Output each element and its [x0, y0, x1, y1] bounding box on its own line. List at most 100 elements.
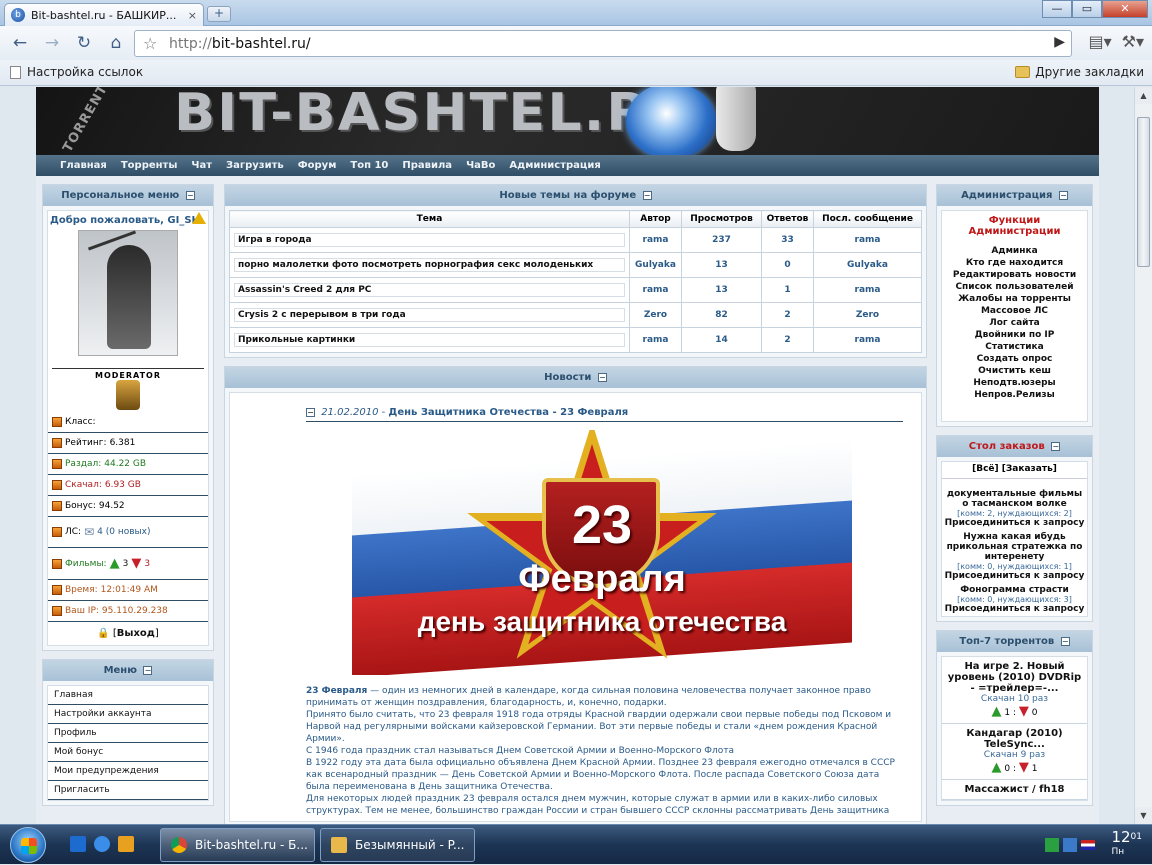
menu-item[interactable]: Настройки аккаунта	[48, 705, 208, 724]
collapse-icon[interactable]: −	[1060, 636, 1070, 646]
order-join-link[interactable]: Присоединиться к запросу	[944, 518, 1085, 528]
nav-rules[interactable]: Правила	[402, 160, 452, 171]
taskbar-task-chrome[interactable]: Bit-bashtel.ru - Б...	[160, 828, 315, 862]
nav-forum[interactable]: Форум	[298, 160, 337, 171]
admin-link[interactable]: Непров.Релизы	[942, 389, 1087, 401]
orders-all-link[interactable]: [Всё]	[972, 464, 999, 474]
topic-link[interactable]: Assassin's Creed 2 для PC	[234, 283, 625, 297]
explorer-quicklaunch-icon[interactable]	[94, 836, 110, 852]
start-button[interactable]	[10, 827, 46, 863]
torrent-name[interactable]: Кандагар (2010) TeleSync...	[944, 728, 1085, 750]
admin-link[interactable]: Кто где находится	[942, 257, 1087, 269]
author-link[interactable]: Gulyaka	[629, 252, 682, 278]
orders-new-link[interactable]: [Заказать]	[1002, 464, 1057, 474]
nav-top10[interactable]: Топ 10	[350, 160, 388, 171]
admin-link[interactable]: Очистить кеш	[942, 365, 1087, 377]
warning-icon[interactable]	[192, 212, 206, 224]
ie-quicklaunch-icon[interactable]	[70, 836, 86, 852]
admin-link[interactable]: Жалобы на торренты	[942, 293, 1087, 305]
topic-link[interactable]: порно малолетки фото посмотреть порногра…	[234, 258, 625, 272]
back-icon[interactable]: ←	[6, 30, 34, 56]
last-poster-link[interactable]: Zero	[813, 302, 922, 328]
nav-faq[interactable]: ЧаВо	[466, 160, 495, 171]
admin-link[interactable]: Лог сайта	[942, 317, 1087, 329]
collapse-icon[interactable]: −	[1058, 190, 1068, 200]
bookmark-item[interactable]: Настройка ссылок	[10, 65, 143, 79]
collapse-icon[interactable]: −	[143, 665, 153, 675]
minimize-button[interactable]: —	[1042, 0, 1072, 18]
author-link[interactable]: rama	[629, 227, 682, 253]
order-comments[interactable]: [комм: 2, нуждающихся: 2]	[944, 509, 1085, 518]
nav-chat[interactable]: Чат	[191, 160, 212, 171]
home-icon[interactable]: ⌂	[102, 30, 130, 56]
vote-up-icon[interactable]: ▲	[992, 760, 1002, 775]
admin-link[interactable]: Неподтв.юзеры	[942, 377, 1087, 389]
close-window-button[interactable]: ✕	[1102, 0, 1148, 18]
last-poster-link[interactable]: rama	[813, 227, 922, 253]
last-poster-link[interactable]: Gulyaka	[813, 252, 922, 278]
news-headline[interactable]: День Защитника Отечества - 23 Февраля	[388, 407, 628, 418]
torrent-name[interactable]: На игре 2. Новый уровень (2010) DVDRip -…	[944, 661, 1085, 694]
last-poster-link[interactable]: rama	[813, 327, 922, 353]
admin-link[interactable]: Список пользователей	[942, 281, 1087, 293]
vote-down-icon[interactable]: ▼	[1019, 760, 1029, 775]
wrench-menu-icon[interactable]: ⚒▾	[1122, 32, 1144, 51]
author-link[interactable]: rama	[629, 327, 682, 353]
other-bookmarks[interactable]: Другие закладки	[1015, 65, 1144, 79]
tab-close-icon[interactable]: ×	[188, 9, 197, 22]
admin-link[interactable]: Статистика	[942, 341, 1087, 353]
go-icon[interactable]: ▶	[1054, 34, 1065, 50]
order-comments[interactable]: [комм: 0, нуждающихся: 3]	[944, 595, 1085, 604]
menu-item[interactable]: Мои предупреждения	[48, 762, 208, 781]
topic-link[interactable]: Crysis 2 с перерывом в три года	[234, 308, 625, 322]
admin-link[interactable]: Создать опрос	[942, 353, 1087, 365]
author-link[interactable]: rama	[629, 277, 682, 303]
collapse-news-icon[interactable]: −	[306, 408, 315, 417]
vertical-scrollbar[interactable]: ▲ ▼	[1134, 87, 1152, 824]
scroll-down-icon[interactable]: ▼	[1135, 807, 1152, 824]
collapse-icon[interactable]: −	[185, 190, 195, 200]
order-join-link[interactable]: Присоединиться к запросу	[944, 604, 1085, 614]
page-menu-icon[interactable]: ▤▾	[1088, 32, 1111, 51]
menu-item[interactable]: Главная	[48, 686, 208, 705]
logout-link[interactable]: Выход	[117, 628, 155, 639]
envelope-icon[interactable]: ✉	[84, 525, 94, 539]
collapse-icon[interactable]: −	[642, 190, 652, 200]
bonus-value[interactable]: 94.52	[99, 501, 125, 511]
menu-item[interactable]: Мой бонус	[48, 743, 208, 762]
bookmark-star-icon[interactable]: ☆	[143, 34, 157, 53]
admin-link[interactable]: Массовое ЛС	[942, 305, 1087, 317]
address-bar[interactable]: ☆ http:// bit-bashtel.ru/ ▶	[134, 30, 1072, 57]
clock[interactable]: 1201 Пн	[1111, 830, 1142, 860]
pm-value[interactable]: 4 (0 новых)	[97, 527, 150, 537]
collapse-icon[interactable]: −	[1051, 441, 1061, 451]
maximize-button[interactable]: ▭	[1072, 0, 1102, 18]
new-tab-button[interactable]: +	[207, 6, 231, 22]
admin-link[interactable]: Админка	[942, 245, 1087, 257]
welcome-label[interactable]: Добро пожаловать, GI_SH	[50, 215, 200, 226]
media-quicklaunch-icon[interactable]	[118, 836, 134, 852]
vote-up-icon[interactable]: ▲	[992, 704, 1002, 719]
order-name[interactable]: документальные фильмы о тасманском волке	[944, 489, 1085, 509]
nav-staff[interactable]: Администрация	[509, 160, 600, 171]
admin-link[interactable]: Редактировать новости	[942, 269, 1087, 281]
menu-item[interactable]: Пригласить	[48, 781, 208, 800]
last-poster-link[interactable]: rama	[813, 277, 922, 303]
torrent-name[interactable]: Массажист / fh18	[944, 784, 1085, 795]
tray-icon[interactable]	[1045, 838, 1060, 852]
reload-icon[interactable]: ↻	[70, 30, 98, 56]
order-name[interactable]: Фонограмма страсти	[944, 585, 1085, 595]
scroll-thumb[interactable]	[1137, 117, 1150, 267]
topic-link[interactable]: Прикольные картинки	[234, 333, 625, 347]
author-link[interactable]: Zero	[629, 302, 682, 328]
language-icon[interactable]	[1081, 840, 1096, 850]
taskbar-task-paint[interactable]: Безымянный - P...	[320, 828, 475, 862]
admin-link[interactable]: Двойники по IP	[942, 329, 1087, 341]
vote-down-icon[interactable]: ▼	[1019, 704, 1029, 719]
collapse-icon[interactable]: −	[597, 372, 607, 382]
nav-upload[interactable]: Загрузить	[226, 160, 284, 171]
forward-icon[interactable]: →	[38, 30, 66, 56]
order-name[interactable]: Нужна какая ибудь прикольная стратежка п…	[944, 532, 1085, 562]
scroll-up-icon[interactable]: ▲	[1135, 87, 1152, 104]
browser-tab[interactable]: b Bit-bashtel.ru - БАШКИР... ×	[4, 3, 204, 26]
